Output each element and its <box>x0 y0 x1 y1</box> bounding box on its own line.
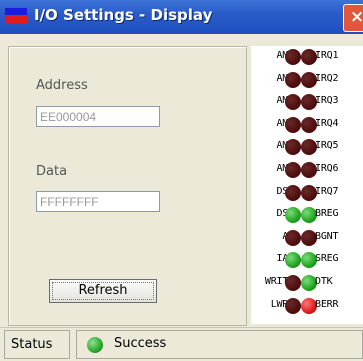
led-left-icon <box>285 162 301 178</box>
led-right-label: IRQ3 <box>315 95 339 107</box>
address-label: Address <box>36 78 88 93</box>
led-right-label: IRQ4 <box>315 117 339 129</box>
led-row: IACSREG <box>251 251 363 272</box>
led-left-icon <box>285 49 301 65</box>
led-left-icon <box>285 275 301 291</box>
led-right-label: IRQ2 <box>315 72 339 84</box>
status-led-icon <box>87 337 103 353</box>
led-right-label: IRQ1 <box>315 50 339 61</box>
led-row: DS0IRQ7 <box>251 184 363 205</box>
status-label: Status <box>4 330 70 359</box>
led-right-label: BGNT <box>315 230 339 242</box>
status-bar: Status Success <box>0 327 363 361</box>
address-field[interactable]: EE000004 <box>36 106 160 127</box>
led-row: AM0IRQ1 <box>251 48 363 69</box>
led-left-icon <box>285 297 301 314</box>
led-right-label: IRQ7 <box>315 185 339 197</box>
led-row: WRITE DTK <box>251 274 363 295</box>
led-right-label: IRQ6 <box>315 163 339 174</box>
led-row: ASBGNT <box>251 229 363 250</box>
led-row: DS1BREG <box>251 206 363 227</box>
close-button[interactable]: × <box>343 4 363 32</box>
led-row: AM4IRQ5 <box>251 138 363 159</box>
window-title: I/O Settings - Display <box>34 6 213 24</box>
data-field[interactable]: FFFFFFFF <box>36 191 160 212</box>
status-text: Success <box>114 336 167 351</box>
status-pane: Success <box>76 330 363 359</box>
app-icon <box>5 8 27 26</box>
led-row: AM2IRQ3 <box>251 93 363 114</box>
led-right-label: SREG <box>315 253 339 265</box>
led-left-icon <box>285 94 301 111</box>
led-row: AM1IRQ2 <box>251 71 363 92</box>
led-right-label: BREG <box>315 208 339 220</box>
led-row: LWRD BERR <box>251 297 363 318</box>
led-panel: AM0IRQ1AM1IRQ2AM2IRQ3AM3IRQ4AM4IRQ5AM5IR… <box>251 46 363 324</box>
led-left-icon <box>285 139 301 156</box>
data-label: Data <box>36 164 68 179</box>
led-right-label: DTK <box>315 276 333 287</box>
led-left-icon <box>285 229 301 246</box>
led-right-label: BERR <box>315 298 339 310</box>
settings-panel: Address EE000004 Data FFFFFFFF Refresh <box>8 46 247 326</box>
led-row: AM3IRQ4 <box>251 116 363 137</box>
led-left-icon <box>285 116 301 133</box>
led-left-icon <box>285 207 301 224</box>
client-area: Address EE000004 Data FFFFFFFF Refresh A… <box>0 34 363 327</box>
led-right-label: IRQ5 <box>315 140 339 152</box>
title-bar: I/O Settings - Display × <box>0 0 363 34</box>
led-left-icon <box>285 184 301 201</box>
led-left-icon <box>285 71 301 88</box>
led-left-icon <box>285 252 301 269</box>
led-row: AM5IRQ6 <box>251 161 363 182</box>
refresh-button[interactable]: Refresh <box>49 279 157 303</box>
